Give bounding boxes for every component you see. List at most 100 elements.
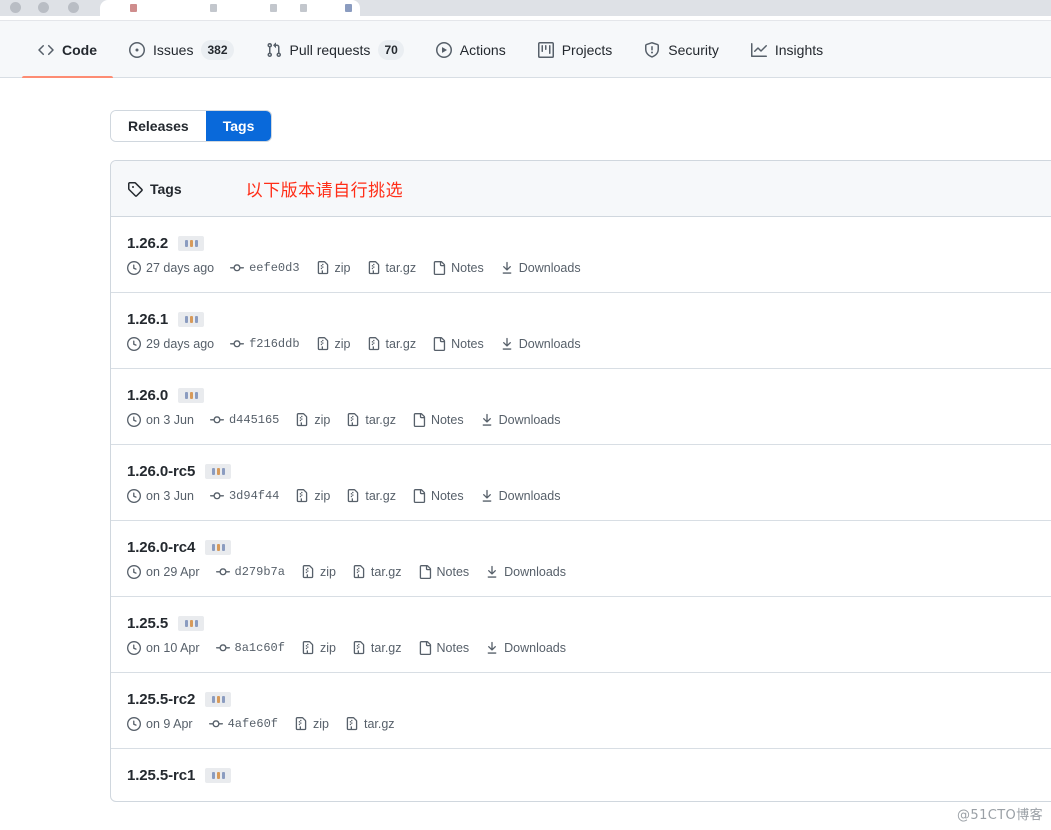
meta-item-git-commit[interactable]: eefe0d3 [230, 261, 299, 275]
meta-item-label: tar.gz [365, 413, 396, 427]
meta-item-file-zip[interactable]: tar.gz [367, 261, 417, 275]
meta-item-file-zip[interactable]: zip [316, 261, 351, 275]
tag-title-line: 1.26.0 [127, 387, 1051, 404]
tab-code[interactable]: Code [22, 21, 113, 78]
chrome-reload-button[interactable] [68, 2, 79, 13]
meta-item-file-zip[interactable]: tar.gz [345, 717, 395, 731]
tab-issues-label: Issues [153, 42, 193, 58]
meta-item-file-zip[interactable]: zip [316, 337, 351, 351]
meta-item-git-commit[interactable]: d279b7a [216, 565, 285, 579]
tag-name-link[interactable]: 1.25.5-rc2 [127, 691, 195, 708]
tag-row: 1.26.1 29 days agof216ddbziptar.gzNotesD… [111, 293, 1051, 369]
tag-title-line: 1.26.1 [127, 311, 1051, 328]
meta-item-label: zip [335, 261, 351, 275]
releases-button[interactable]: Releases [111, 111, 206, 141]
meta-item-file[interactable]: Notes [432, 337, 484, 351]
meta-item-clock: on 10 Apr [127, 641, 200, 655]
meta-item-label: Downloads [499, 413, 561, 427]
file-zip-icon [352, 565, 366, 579]
tag-title-line: 1.26.2 [127, 235, 1051, 252]
clock-icon [127, 413, 141, 427]
verification-placeholder-badge [205, 464, 231, 479]
meta-item-label: Notes [431, 489, 464, 503]
meta-item-file[interactable]: Notes [432, 261, 484, 275]
meta-item-label: on 29 Apr [146, 565, 200, 579]
meta-item-label: Downloads [499, 489, 561, 503]
meta-item-label: on 9 Apr [146, 717, 193, 731]
meta-item-file-zip[interactable]: tar.gz [352, 565, 402, 579]
tab-actions[interactable]: Actions [420, 21, 522, 78]
file-zip-icon [367, 261, 381, 275]
meta-item-file-zip[interactable]: zip [294, 717, 329, 731]
meta-item-download[interactable]: Downloads [485, 565, 566, 579]
clock-icon [127, 337, 141, 351]
tag-meta-row: on 3 Jun3d94f44ziptar.gzNotesDownloads [127, 489, 1051, 503]
meta-item-git-commit[interactable]: d445165 [210, 413, 279, 427]
meta-item-file-zip[interactable]: tar.gz [346, 489, 396, 503]
tags-button[interactable]: Tags [206, 111, 272, 141]
chrome-forward-button[interactable] [38, 2, 49, 13]
browser-tab[interactable] [100, 0, 360, 16]
chrome-back-button[interactable] [10, 2, 21, 13]
tab-projects[interactable]: Projects [522, 21, 629, 78]
tab-pull-requests-label: Pull requests [290, 42, 371, 58]
meta-item-file[interactable]: Notes [418, 641, 470, 655]
meta-item-git-commit[interactable]: 8a1c60f [216, 641, 285, 655]
meta-item-file[interactable]: Notes [412, 489, 464, 503]
download-icon [485, 565, 499, 579]
meta-item-download[interactable]: Downloads [500, 337, 581, 351]
meta-item-file[interactable]: Notes [418, 565, 470, 579]
meta-item-file-zip[interactable]: zip [301, 565, 336, 579]
meta-item-download[interactable]: Downloads [480, 413, 561, 427]
tab-issues[interactable]: Issues 382 [113, 21, 250, 78]
tab-pull-requests[interactable]: Pull requests 70 [250, 21, 420, 78]
meta-item-label: zip [313, 717, 329, 731]
tag-name-link[interactable]: 1.25.5 [127, 615, 168, 632]
repo-nav-bar: Code Issues 382 Pull requests 70 [0, 21, 1051, 78]
meta-item-label: 3d94f44 [229, 489, 279, 503]
meta-item-file-zip[interactable]: tar.gz [352, 641, 402, 655]
meta-item-git-commit[interactable]: 4afe60f [209, 717, 278, 731]
chrome-ghost-item-2 [270, 4, 277, 12]
meta-item-file[interactable]: Notes [412, 413, 464, 427]
meta-item-git-commit[interactable]: 3d94f44 [210, 489, 279, 503]
tag-name-link[interactable]: 1.26.2 [127, 235, 168, 252]
file-icon [432, 337, 446, 351]
meta-item-file-zip[interactable]: zip [295, 413, 330, 427]
meta-item-file-zip[interactable]: zip [301, 641, 336, 655]
verification-placeholder-badge [205, 692, 231, 707]
tab-projects-label: Projects [562, 42, 613, 58]
meta-item-download[interactable]: Downloads [485, 641, 566, 655]
tag-title-line: 1.25.5-rc1 [127, 767, 1051, 784]
tab-insights-label: Insights [775, 42, 823, 58]
tab-insights[interactable]: Insights [735, 21, 839, 78]
meta-item-label: Notes [437, 565, 470, 579]
meta-item-file-zip[interactable]: tar.gz [346, 413, 396, 427]
meta-item-download[interactable]: Downloads [480, 489, 561, 503]
tag-name-link[interactable]: 1.26.0-rc4 [127, 539, 195, 556]
meta-item-label: tar.gz [386, 337, 417, 351]
clock-icon [127, 717, 141, 731]
meta-item-download[interactable]: Downloads [500, 261, 581, 275]
tag-name-link[interactable]: 1.26.0 [127, 387, 168, 404]
tag-name-link[interactable]: 1.26.0-rc5 [127, 463, 195, 480]
tab-security[interactable]: Security [628, 21, 735, 78]
meta-item-git-commit[interactable]: f216ddb [230, 337, 299, 351]
tag-meta-row: on 10 Apr 8a1c60f zip tar.gz Notes Downloads [127, 641, 1051, 655]
download-icon [485, 641, 499, 655]
file-icon [418, 641, 432, 655]
git-commit-icon [230, 337, 244, 351]
meta-item-label: zip [314, 413, 330, 427]
meta-item-label: zip [320, 641, 336, 655]
meta-item-file-zip[interactable]: zip [295, 489, 330, 503]
project-icon [538, 42, 554, 58]
tag-name-link[interactable]: 1.26.1 [127, 311, 168, 328]
download-icon [480, 489, 494, 503]
tag-name-link[interactable]: 1.25.5-rc1 [127, 767, 195, 784]
clock-icon [127, 565, 141, 579]
meta-item-label: Notes [451, 261, 484, 275]
meta-item-label: zip [314, 489, 330, 503]
git-commit-icon [216, 641, 230, 655]
meta-item-file-zip[interactable]: tar.gz [367, 337, 417, 351]
git-commit-icon [210, 413, 224, 427]
